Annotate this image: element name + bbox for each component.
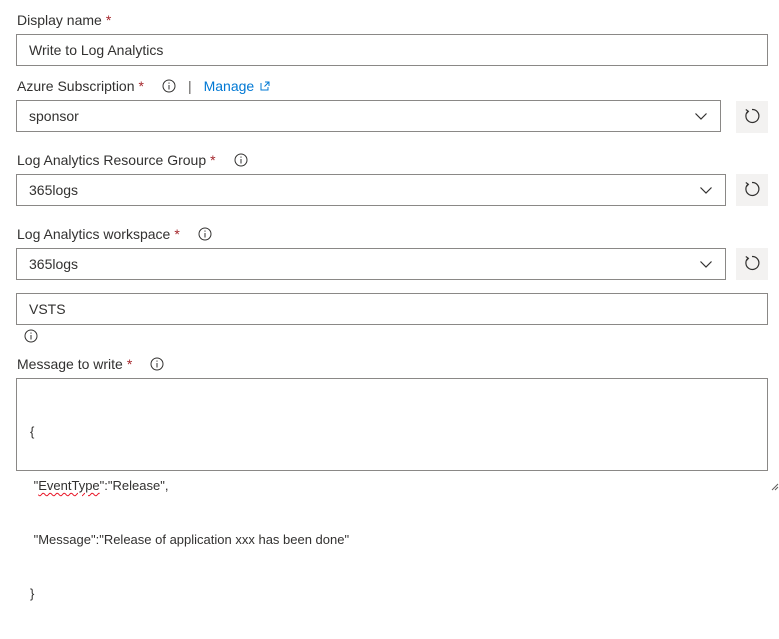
display-name-label-text: Display name [17, 12, 102, 28]
workspace-label-text: Log Analytics workspace [17, 226, 171, 242]
message-label-text: Message to write [17, 356, 123, 372]
workspace-value: 365logs [29, 256, 79, 272]
display-name-label: Display name * [17, 10, 111, 30]
separator: | [187, 78, 192, 94]
resource-group-value: 365logs [29, 182, 79, 198]
resource-group-label: Log Analytics Resource Group * [17, 150, 248, 170]
azure-subscription-value: sponsor [29, 108, 79, 124]
message-text: ":"Release", [99, 478, 169, 493]
message-textarea[interactable]: { "EventType":"Release", "Message":"Rele… [16, 378, 779, 601]
required-mark: * [210, 152, 216, 168]
manage-link[interactable]: Manage [204, 78, 271, 94]
chevron-down-icon [694, 109, 708, 123]
azure-subscription-dropdown[interactable]: sponsor [16, 100, 721, 132]
message-line: } [30, 586, 35, 601]
azure-subscription-label-text: Azure Subscription [17, 78, 135, 94]
message-label: Message to write * [17, 354, 164, 374]
refresh-icon [743, 254, 761, 275]
info-icon[interactable] [234, 153, 248, 167]
log-type-input[interactable]: VSTS [16, 293, 768, 325]
refresh-workspace-button[interactable] [736, 248, 768, 280]
refresh-resource-group-button[interactable] [736, 174, 768, 206]
message-text: " [30, 478, 39, 493]
manage-link-text: Manage [203, 78, 255, 94]
workspace-dropdown[interactable]: 365logs [16, 248, 726, 280]
required-mark: * [126, 356, 133, 372]
spellcheck-word: EventType [38, 478, 100, 493]
info-icon[interactable] [150, 357, 164, 371]
info-icon[interactable] [24, 329, 38, 343]
required-mark: * [138, 78, 144, 94]
refresh-icon [743, 107, 761, 128]
external-link-icon [260, 78, 270, 94]
refresh-icon [743, 180, 761, 201]
azure-subscription-label: Azure Subscription * | Manage [17, 76, 270, 96]
message-line: "EventType":"Release", [30, 477, 767, 495]
chevron-down-icon [699, 257, 713, 271]
required-mark: * [174, 226, 180, 242]
refresh-subscription-button[interactable] [736, 101, 768, 133]
display-name-value: Write to Log Analytics [29, 42, 164, 58]
resource-group-label-text: Log Analytics Resource Group [17, 152, 207, 168]
message-line: { [30, 424, 35, 439]
resource-group-dropdown[interactable]: 365logs [16, 174, 726, 206]
message-line: "Message":"Release of application xxx ha… [30, 532, 350, 547]
log-type-value: VSTS [29, 301, 66, 317]
chevron-down-icon [699, 183, 713, 197]
info-icon[interactable] [198, 227, 212, 241]
display-name-input[interactable]: Write to Log Analytics [16, 34, 768, 66]
info-icon[interactable] [162, 79, 176, 93]
resize-grip-icon[interactable] [757, 460, 779, 491]
workspace-label: Log Analytics workspace * [17, 224, 212, 244]
required-mark: * [105, 12, 112, 28]
